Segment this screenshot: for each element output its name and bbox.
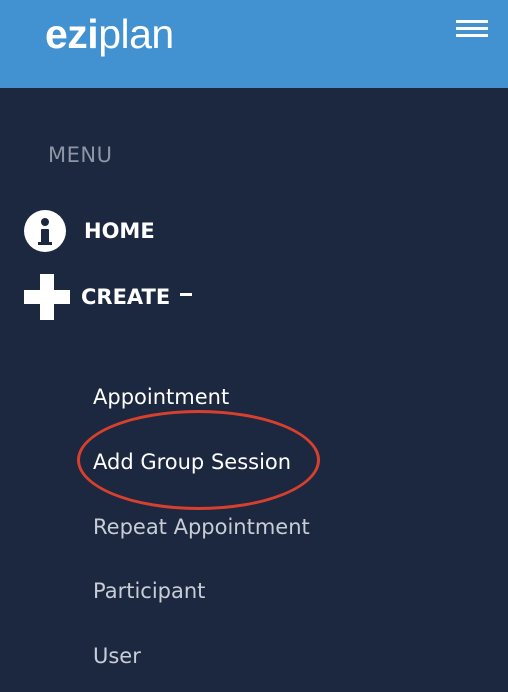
- nav-item-home-label: HOME: [84, 219, 155, 243]
- submenu-item-participant[interactable]: Participant: [93, 579, 205, 603]
- nav-item-create-label: CREATE: [81, 285, 171, 309]
- collapse-minus-icon[interactable]: [180, 293, 192, 296]
- eziplan-logo[interactable]: eziplan: [45, 10, 174, 58]
- logo-regular-text: plan: [98, 11, 174, 57]
- top-bar: eziplan: [0, 0, 508, 88]
- hamburger-icon[interactable]: [456, 20, 488, 40]
- nav-item-create[interactable]: CREATE: [24, 274, 170, 320]
- submenu-item-user[interactable]: User: [93, 644, 141, 668]
- nav-item-home[interactable]: HOME: [24, 210, 155, 252]
- submenu-item-add-group-session[interactable]: Add Group Session: [93, 450, 291, 474]
- submenu-item-appointment[interactable]: Appointment: [93, 385, 229, 409]
- info-icon: [24, 210, 66, 252]
- logo-bold-text: ezi: [45, 11, 99, 57]
- plus-icon: [24, 274, 70, 320]
- menu-heading: MENU: [48, 143, 113, 167]
- submenu-item-repeat-appointment[interactable]: Repeat Appointment: [93, 515, 310, 539]
